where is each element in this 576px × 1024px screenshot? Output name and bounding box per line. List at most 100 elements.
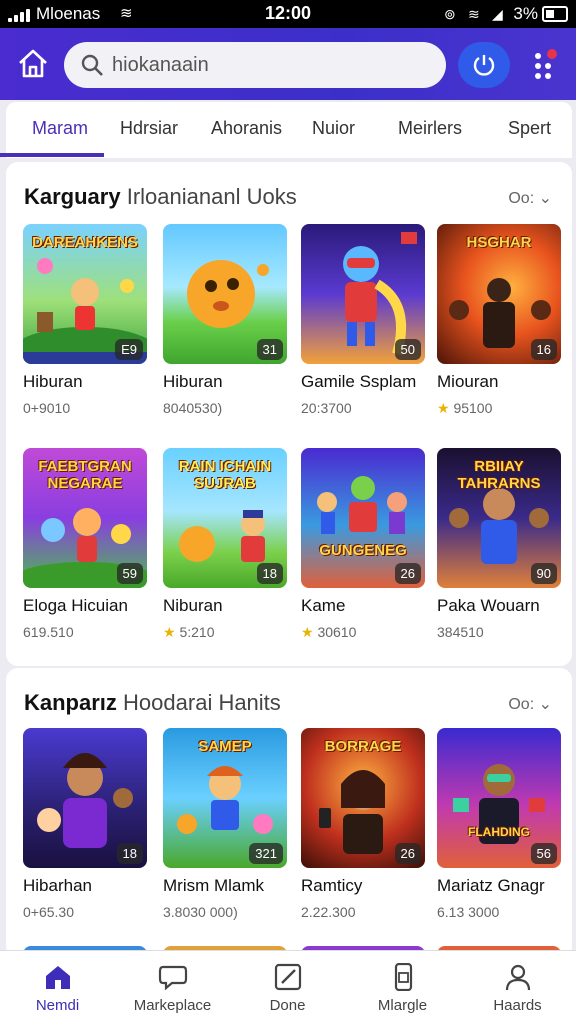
nav-label: Done [269,997,306,1014]
thumbnail-caption: FLAHDING [468,825,530,839]
rating-badge: 31 [256,339,283,360]
rating-badge: 59 [116,563,143,584]
nav-item-markeplace[interactable]: Markeplace [115,951,230,1024]
thumbnail-caption: RAIN ICHAIN SUJRAB [178,458,272,492]
tab-maram[interactable]: Maram [32,118,88,139]
bottom-navigation: Nemdi Markeplace Done Mlargle Haards [0,950,576,1024]
rating-badge: 18 [116,843,143,864]
game-thumbnail: DAREAHKENS E9 [23,224,147,364]
game-thumbnail: FLAHDING 56 [437,728,561,868]
chevron-down-icon: ⌄ [534,190,552,207]
battery-percent: 3% [513,4,538,23]
search-input[interactable] [112,50,432,80]
power-icon [473,55,495,76]
game-title: Eloga Hicuian [23,596,128,615]
game-stats-value: 95100 [453,400,493,416]
section-more-button[interactable]: Oo: ⌄ [508,188,552,208]
game-stats-value: 30610 [317,624,357,640]
section-more-button[interactable]: Oo: ⌄ [508,694,552,714]
rating-badge: 321 [249,843,283,864]
section-title-rest: Hoodarai Hanits [123,690,281,715]
nav-label: Nemdi [35,997,80,1014]
search-bar[interactable] [64,42,446,88]
rating-badge: 26 [394,563,421,584]
tab-ahoranis[interactable]: Ahoranis [211,118,282,139]
game-title: Mrism Mlamk [163,876,265,895]
game-stats: ★ 30610 [301,624,356,641]
game-section-2: Kanparız Hoodarai Hanits Oo: ⌄ 18 Hibarh… [6,668,572,958]
game-stats: ★ 5:210 [163,624,215,641]
thumbnail-caption: FAEBTGRAN NEGARAE [38,458,132,492]
thumbnail-caption: HSGHAR [466,234,532,251]
game-stats: 619.510 [23,624,74,640]
section-title-bold: Karguary [24,184,121,209]
game-stats: 0+65.30 [23,904,74,920]
game-stats: 0+9010 [23,400,70,416]
power-button[interactable] [458,42,510,88]
game-title: Mariatz Gnagr [437,876,545,895]
rating-badge: 56 [530,843,557,864]
battery-icon [542,6,568,22]
home-icon [19,49,47,78]
game-title: Hiburan [163,372,223,391]
game-title: Hibarhan [23,876,92,895]
rating-badge: 16 [530,339,557,360]
active-tab-indicator [0,153,104,157]
thumbnail-caption: DAREAHKENS [32,234,138,251]
nav-item-nemdi[interactable]: Nemdi [0,951,115,1024]
nav-item-mlargle[interactable]: Mlargle [345,951,460,1024]
game-stats: 20:3700 [301,400,352,416]
game-stats-value: 619.510 [23,624,74,640]
sync-icon: ⊚ [444,6,456,22]
nav-item-haards[interactable]: Haards [460,951,575,1024]
star-icon: ★ [437,400,454,416]
edit-square-icon [274,963,302,991]
section-more-label: Oo: [508,696,535,713]
section-title-rest: Irloaniananl Uoks [126,184,297,209]
signal-icon: ◢ [492,6,503,22]
game-stats-value: 0+65.30 [23,904,74,920]
game-thumbnail: 18 [23,728,147,868]
game-stats-value: 0+9010 [23,400,71,416]
nav-label: Mlargle [377,997,428,1014]
status-bar: Mloenas ≋ 12:00 ⊚ ≋ ◢ 3% [0,0,576,28]
game-title: Paka Wouarn [437,596,540,615]
game-stats-value: 5:210 [179,624,215,640]
game-stats: 6.13 3000 [437,904,499,920]
category-tabs: Maram Hdrsiar Ahoranis Nuior Meirlers Sp… [6,102,572,158]
game-stats-value: 20:3700 [301,400,352,416]
game-thumbnail: BORRAGE 26 [301,728,425,868]
game-stats-value: 384510 [437,624,484,640]
status-icons: ⊚ ≋ ◢ [444,6,510,22]
profile-icon [505,964,531,991]
thumbnail-caption: GUNGENEG [319,542,407,559]
tab-spert[interactable]: Spert [508,118,551,139]
game-thumbnail: FAEBTGRAN NEGARAE 59 [23,448,147,588]
game-title: Niburan [163,596,223,615]
more-menu-button[interactable] [528,46,564,86]
star-icon: ★ [301,624,318,640]
chevron-down-icon: ⌄ [534,696,552,713]
section-title: Karguary Irloaniananl Uoks [24,184,297,210]
game-title: Kame [301,596,346,615]
nav-item-done[interactable]: Done [230,951,345,1024]
more-vertical-icon [535,49,557,79]
game-title: Ramticy [301,876,363,895]
game-stats-value: 3.8030 000) [163,904,238,920]
game-section-1: Karguary Irloaniananl Uoks Oo: ⌄ DAREAHK… [6,162,572,666]
game-thumbnail: 50 [301,224,425,364]
thumbnail-caption: SAMEP [198,738,252,755]
rating-badge: 18 [256,563,283,584]
game-stats: ★ 95100 [437,400,492,417]
tab-hdrsiar[interactable]: Hdrsiar [120,118,178,139]
rating-badge: 90 [530,563,557,584]
rating-badge: 50 [394,339,421,360]
rating-badge: 26 [394,843,421,864]
nav-label: Haards [493,997,542,1014]
home-button[interactable] [14,46,52,82]
tab-meirlers[interactable]: Meirlers [398,118,462,139]
game-title: Miouran [437,372,499,391]
tab-nuior[interactable]: Nuior [312,118,355,139]
nav-label: Markeplace [133,997,212,1014]
search-icon [81,54,103,76]
